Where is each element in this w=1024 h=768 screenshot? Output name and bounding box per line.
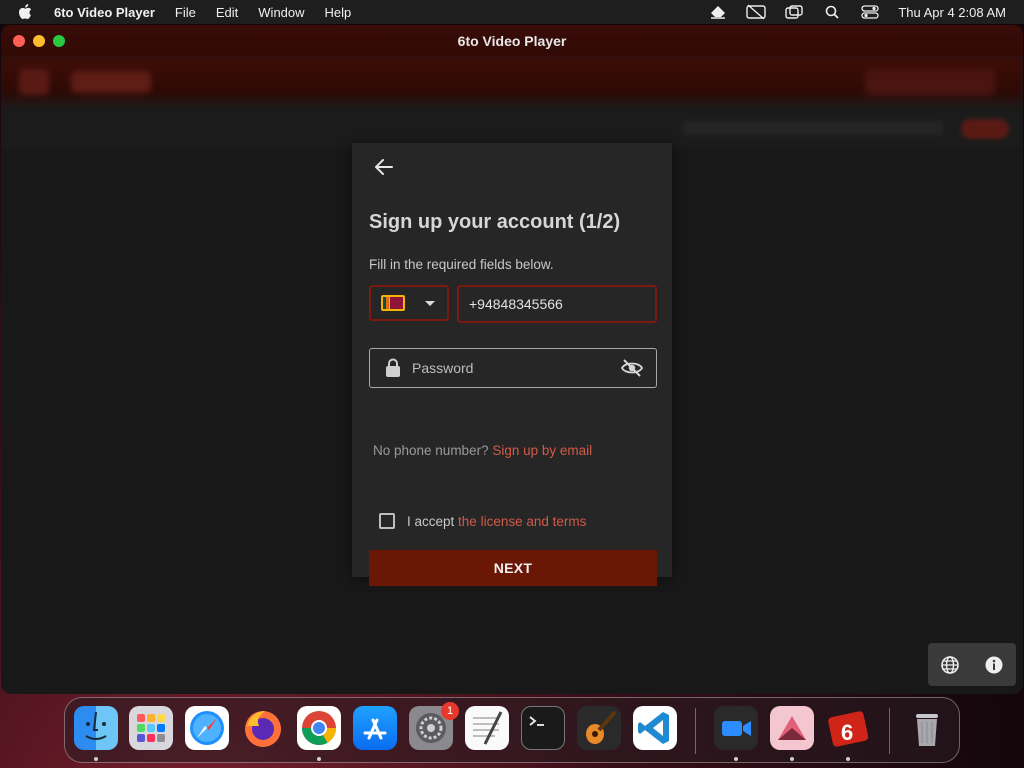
garageband-icon[interactable]: [577, 706, 621, 750]
maximize-window-button[interactable]: [53, 35, 65, 47]
dock: 1 6: [64, 697, 960, 763]
finder-icon[interactable]: [74, 706, 118, 750]
terminal-icon[interactable]: [521, 706, 565, 750]
dock-separator-2: [889, 708, 890, 754]
window-title: 6to Video Player: [457, 33, 567, 49]
signup-dialog: Sign up your account (1/2) Fill in the r…: [352, 143, 672, 586]
menu-file[interactable]: File: [175, 5, 196, 20]
screen-mirroring-off-icon[interactable]: [746, 4, 767, 20]
password-field[interactable]: [369, 348, 657, 388]
window-switch-icon[interactable]: [784, 4, 804, 20]
app-store-icon[interactable]: [353, 706, 397, 750]
info-icon[interactable]: [984, 655, 1004, 675]
country-code-select[interactable]: [369, 285, 449, 321]
license-terms-link[interactable]: the license and terms: [458, 514, 586, 529]
globe-icon[interactable]: [940, 655, 960, 675]
menu-help[interactable]: Help: [325, 5, 352, 20]
no-phone-text: No phone number?: [373, 443, 489, 458]
hide-password-eye-icon[interactable]: [620, 358, 644, 378]
apple-icon[interactable]: [18, 3, 36, 21]
signup-by-email-link[interactable]: Sign up by email: [492, 443, 592, 458]
menu-edit[interactable]: Edit: [216, 5, 238, 20]
signup-heading: Sign up your account (1/2): [369, 211, 621, 233]
accept-text: I accept: [407, 513, 455, 529]
svg-text:6: 6: [841, 720, 853, 745]
menu-app-name[interactable]: 6to Video Player: [54, 5, 155, 20]
dropdown-caret-icon: [425, 300, 435, 306]
phone-number-input[interactable]: [457, 285, 657, 323]
lock-icon: [384, 358, 402, 378]
dock-separator: [695, 708, 696, 754]
close-window-button[interactable]: [13, 35, 25, 47]
menu-bar: 6to Video Player File Edit Window Help T…: [0, 0, 1024, 24]
6to-video-player-icon[interactable]: 6: [826, 706, 870, 750]
affinity-running-dot: [790, 757, 794, 761]
zoom-running-dot: [734, 757, 738, 761]
trash-icon[interactable]: [905, 706, 949, 750]
6to-running-dot: [846, 757, 850, 761]
corner-toolbar: [928, 643, 1016, 686]
firefox-icon[interactable]: [241, 706, 285, 750]
sri-lanka-flag-icon: [381, 295, 405, 311]
finder-running-dot: [94, 757, 98, 761]
settings-notification-badge: 1: [441, 702, 459, 720]
affinity-icon[interactable]: [770, 706, 814, 750]
vscode-icon[interactable]: [633, 706, 677, 750]
menu-clock[interactable]: Thu Apr 4 2:08 AM: [898, 5, 1006, 20]
launchpad-icon[interactable]: [129, 706, 173, 750]
password-input[interactable]: [402, 352, 620, 384]
safari-icon[interactable]: [185, 706, 229, 750]
title-bar: 6to Video Player: [1, 25, 1023, 57]
minimize-window-button[interactable]: [33, 35, 45, 47]
terms-row: I accept the license and terms: [379, 513, 586, 529]
chrome-running-dot: [317, 757, 321, 761]
eraser-icon[interactable]: [708, 4, 728, 20]
accept-terms-checkbox[interactable]: [379, 513, 395, 529]
control-center-icon[interactable]: [860, 4, 880, 20]
spotlight-search-icon[interactable]: [822, 4, 842, 20]
no-phone-row: No phone number? Sign up by email: [373, 443, 592, 458]
back-arrow-icon[interactable]: [372, 155, 396, 179]
signup-subtext: Fill in the required fields below.: [369, 257, 554, 272]
app-window: 6to Video Player Sign up your account (1…: [1, 25, 1023, 694]
textedit-icon[interactable]: [465, 706, 509, 750]
zoom-icon[interactable]: [714, 706, 758, 750]
chrome-icon[interactable]: [297, 706, 341, 750]
blurred-app-header: [1, 57, 1023, 109]
next-button[interactable]: NEXT: [369, 550, 657, 586]
menu-window[interactable]: Window: [258, 5, 304, 20]
